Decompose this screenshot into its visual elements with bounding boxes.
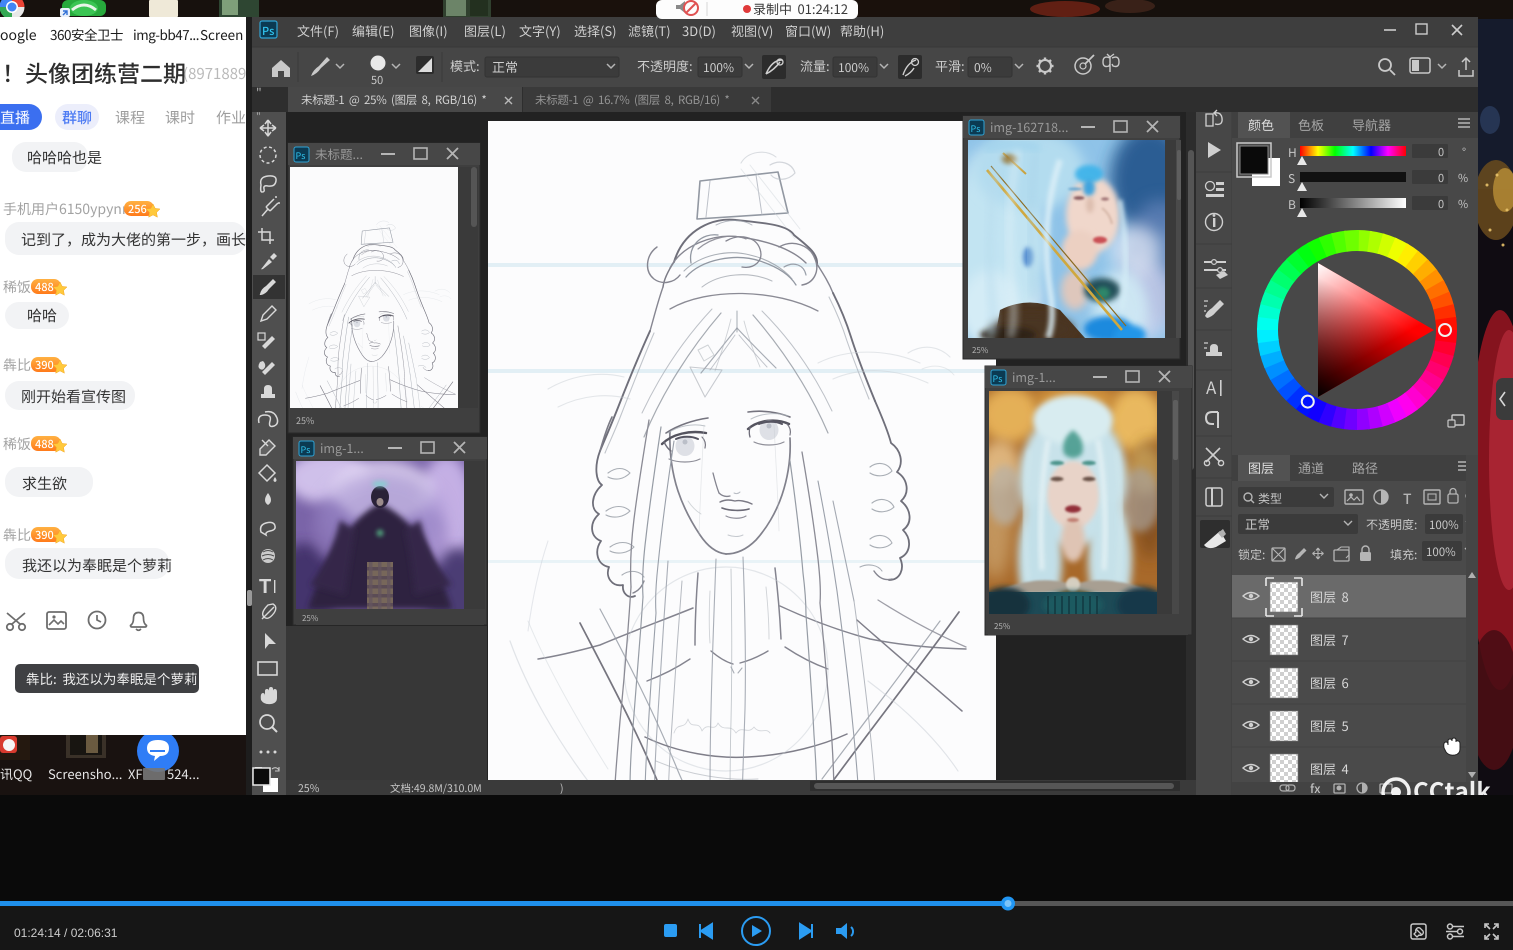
svg-text:T: T xyxy=(259,576,271,598)
svg-text:01:24:14 / 02:06:31: 01:24:14 / 02:06:31 xyxy=(14,926,118,940)
